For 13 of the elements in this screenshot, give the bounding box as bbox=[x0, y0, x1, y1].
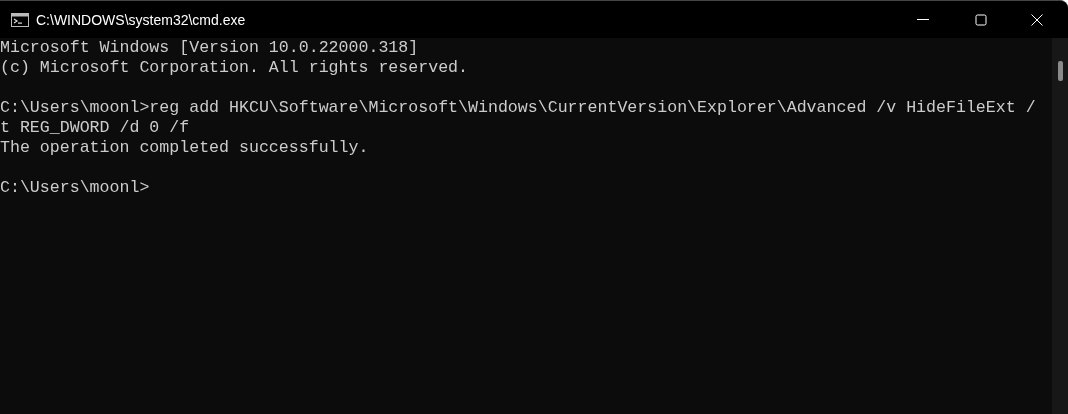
console-icon bbox=[11, 12, 29, 27]
console-line: Microsoft Windows [Version 10.0.22000.318] bbox=[0, 38, 419, 57]
scrollbar-thumb[interactable] bbox=[1057, 61, 1063, 81]
console-line: The operation completed successfully. bbox=[0, 138, 369, 157]
console-line: (c) Microsoft Corporation. All rights reserved. bbox=[0, 58, 469, 77]
minimize-icon bbox=[917, 19, 929, 20]
maximize-icon bbox=[975, 13, 987, 26]
console-line: C:\Users\moonl> bbox=[0, 178, 150, 197]
console-line: C:\Users\moonl>reg add HKCU\Software\Microsoft\Windows\CurrentVersion\Explorer\Advanced /v HideFileExt / bbox=[0, 98, 1036, 117]
console-line: t REG_DWORD /d 0 /f bbox=[0, 118, 190, 137]
close-icon bbox=[1031, 13, 1043, 26]
scrollbar[interactable] bbox=[1052, 38, 1068, 414]
window-title: C:\WINDOWS\system32\cmd.exe bbox=[36, 11, 246, 28]
